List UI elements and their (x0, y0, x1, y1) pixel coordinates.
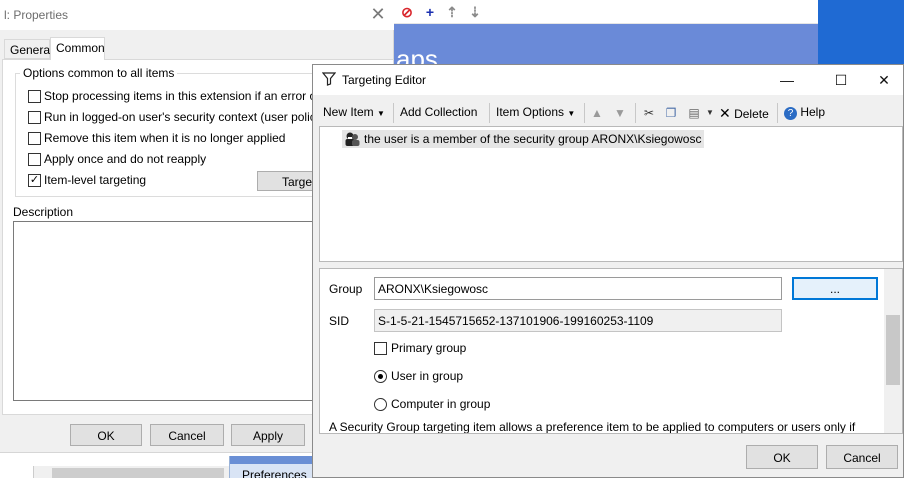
apply-button-label: Apply (252, 429, 284, 443)
cancel-button-label: Cancel (168, 429, 206, 443)
add-icon[interactable]: + (422, 4, 438, 20)
browse-button[interactable]: ... (792, 277, 878, 300)
tab-general[interactable]: General (4, 39, 53, 59)
help-button[interactable]: ? Help (784, 105, 825, 120)
scrollbar-thumb[interactable] (886, 315, 900, 385)
help-icon: ? (784, 107, 797, 120)
horizontal-scrollbar[interactable] (33, 466, 229, 478)
toolbar-separator (393, 103, 394, 123)
toolbar-separator (489, 103, 490, 123)
copy-icon[interactable]: ❐ (663, 105, 679, 121)
user-in-group-label: User in group (391, 369, 464, 383)
option-label: Run in logged-on user's security context… (44, 110, 345, 124)
group-input-value: ARONX\Ksiegowosc (378, 282, 489, 296)
sid-field[interactable]: S-1-5-21-1545715652-137101906-199160253-… (374, 309, 782, 332)
minimize-icon[interactable]: — (764, 65, 810, 95)
sid-value: S-1-5-21-1545715652-137101906-199160253-… (378, 314, 654, 328)
radio-dot (378, 374, 383, 379)
group-input[interactable]: ARONX\Ksiegowosc (374, 277, 782, 300)
computer-in-group-label: Computer in group (391, 397, 491, 411)
description-label: Description (13, 205, 74, 219)
item-detail-pane: Group ARONX\Ksiegowosc ... SID S-1-5-21-… (319, 268, 903, 434)
scrollbar-thumb[interactable] (52, 468, 224, 478)
properties-title: l: Properties (4, 8, 69, 22)
checkbox[interactable] (28, 90, 41, 103)
block-icon[interactable]: ⊘ (399, 4, 415, 20)
checkbox-checked[interactable]: ✓ (28, 174, 41, 187)
tab-accent (230, 456, 316, 464)
group-label: Group (329, 282, 363, 296)
cancel-button[interactable]: Cancel (150, 424, 224, 446)
delete-icon: ✕ (719, 105, 731, 121)
move-up-icon[interactable]: ▲ (589, 105, 605, 121)
list-item[interactable]: the user is a member of the security gro… (342, 130, 705, 148)
radio-selected[interactable] (374, 370, 387, 383)
option-label: Stop processing items in this extension … (44, 89, 345, 103)
option-label: Apply once and do not reapply (44, 152, 207, 166)
editor-ok-button[interactable]: OK (746, 445, 818, 469)
option-label: Remove this item when it is no longer ap… (44, 131, 286, 145)
toolbar-separator (635, 103, 636, 123)
add-collection-label: Add Collection (400, 105, 478, 119)
editor-titlebar: Targeting Editor — ☐ ✕ (313, 65, 903, 95)
ok-button-label: OK (97, 429, 115, 443)
desktop-background (818, 0, 904, 70)
close-icon[interactable]: ✕ (368, 4, 388, 24)
editor-title: Targeting Editor (342, 73, 427, 87)
checkbox[interactable] (374, 342, 387, 355)
item-description: A Security Group targeting item allows a… (329, 420, 856, 434)
options-group-label: Options common to all items (20, 66, 178, 80)
browse-button-label: ... (829, 282, 840, 296)
targeting-items-list[interactable]: the user is a member of the security gro… (319, 126, 903, 262)
close-icon[interactable]: ✕ (861, 65, 904, 95)
filter-icon (322, 72, 336, 86)
arrow-up-icon[interactable]: ⇡ (444, 4, 460, 20)
checkbox[interactable] (28, 153, 41, 166)
toolbar-separator (584, 103, 585, 123)
primary-group-label: Primary group (391, 341, 467, 355)
cut-icon[interactable]: ✂ (641, 105, 657, 121)
vertical-scrollbar[interactable] (884, 269, 902, 433)
preferences-tab-label: Preferences (242, 468, 307, 478)
targeting-button-label: Target (282, 175, 316, 189)
checkbox[interactable] (28, 132, 41, 145)
paste-icon[interactable]: ▤ (686, 105, 702, 121)
tab-common-label: Common (56, 41, 105, 55)
new-item-menu[interactable]: New Item ▼ (323, 105, 385, 119)
security-group-icon (345, 132, 360, 146)
list-item-text: the user is a member of the security gro… (364, 132, 702, 146)
delete-button[interactable]: ✕ Delete (719, 105, 769, 122)
cancel-label: Cancel (843, 451, 881, 465)
item-options-label: Item Options (496, 105, 565, 119)
chevron-down-icon: ▼ (377, 109, 385, 118)
add-collection-button[interactable]: Add Collection (400, 105, 477, 119)
sid-label: SID (329, 314, 350, 328)
arrow-down-icon[interactable]: ⇣ (467, 4, 483, 20)
new-item-label: New Item (323, 105, 374, 119)
editor-cancel-button[interactable]: Cancel (826, 445, 898, 469)
preferences-tab[interactable]: Preferences (229, 456, 316, 478)
ok-button[interactable]: OK (70, 424, 142, 446)
targeting-editor-window: Targeting Editor — ☐ ✕ New Item ▼ Add Co… (312, 64, 904, 478)
item-options-menu[interactable]: Item Options ▼ (496, 105, 575, 119)
help-label: Help (800, 105, 826, 119)
chevron-down-icon[interactable]: ▼ (702, 105, 718, 121)
radio[interactable] (374, 398, 387, 411)
properties-titlebar: l: Properties ✕ (0, 0, 394, 30)
maximize-icon[interactable]: ☐ (818, 65, 864, 95)
delete-label: Delete (734, 107, 769, 121)
tab-general-label: General (10, 43, 53, 57)
ok-label: OK (773, 451, 791, 465)
editor-toolbar: New Item ▼ Add Collection Item Options ▼… (313, 99, 903, 127)
option-label: Item-level targeting (44, 173, 147, 187)
chevron-down-icon: ▼ (567, 109, 576, 118)
toolbar-separator (777, 103, 778, 123)
apply-button[interactable]: Apply (231, 424, 305, 446)
move-down-icon[interactable]: ▼ (612, 105, 628, 121)
checkbox[interactable] (28, 111, 41, 124)
mmc-toolbar: ⊘ + ⇡ ⇣ (394, 0, 818, 24)
tab-common[interactable]: Common (50, 37, 105, 60)
